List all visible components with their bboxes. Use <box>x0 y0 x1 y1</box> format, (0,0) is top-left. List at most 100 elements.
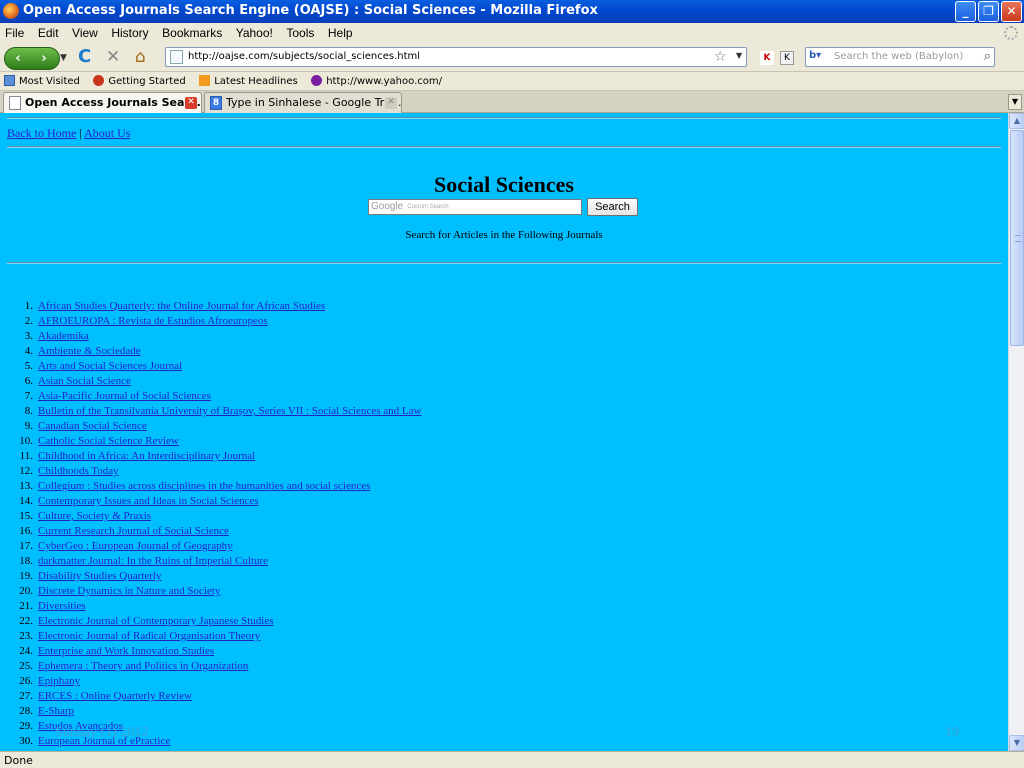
journal-link[interactable]: African Studies Quarterly: the Online Jo… <box>38 299 325 314</box>
window-title: Open Access Journals Search Engine (OAJS… <box>23 3 598 18</box>
bookmark-yahoo[interactable]: http://www.yahoo.com/ <box>311 72 442 87</box>
tab-oajse[interactable]: Open Access Journals Sear... ✕ <box>3 92 202 113</box>
vertical-scrollbar[interactable]: ▲ ▼ <box>1008 113 1024 751</box>
link-separator: | <box>79 126 82 140</box>
about-us-link[interactable]: About Us <box>84 126 130 140</box>
journal-link[interactable]: Culture, Society & Praxis <box>38 509 151 524</box>
journal-number: 23. <box>19 630 33 642</box>
rss-icon <box>199 75 211 86</box>
journal-link[interactable]: Disability Studies Quarterly <box>38 569 161 584</box>
menu-file[interactable]: File <box>0 23 29 40</box>
close-tab-icon[interactable]: ✕ <box>185 97 197 109</box>
journal-link[interactable]: Discrete Dynamics in Nature and Society <box>38 584 220 599</box>
scrollbar-thumb[interactable] <box>1010 130 1024 346</box>
menu-edit[interactable]: Edit <box>33 23 64 40</box>
forward-button[interactable]: › <box>31 48 57 69</box>
search-caption: Search for Articles in the Following Jou… <box>405 229 603 241</box>
minimize-button[interactable]: _ <box>955 1 976 22</box>
menu-bookmarks[interactable]: Bookmarks <box>157 23 227 40</box>
journal-link[interactable]: Asian Social Science <box>38 374 131 389</box>
journal-link[interactable]: Electronic Journal of Radical Organisati… <box>38 629 260 644</box>
journal-link[interactable]: ERCES : Online Quarterly Review <box>38 689 192 704</box>
journal-link[interactable]: Childhoods Today <box>38 464 119 479</box>
journal-link[interactable]: Electronic Journal of Contemporary Japan… <box>38 614 274 629</box>
menu-tools[interactable]: Tools <box>281 23 319 40</box>
journal-list-item: 13. Collegium : Studies across discipline… <box>0 479 1008 494</box>
journal-link[interactable]: E-Sharp <box>38 704 74 719</box>
menu-help[interactable]: Help <box>323 23 358 40</box>
journal-link[interactable]: Diversities <box>38 599 86 614</box>
maximize-button[interactable]: ❐ <box>978 1 999 22</box>
journal-list-item: 12. Childhoods Today <box>0 464 1008 479</box>
journal-link[interactable]: Contemporary Issues and Ideas in Social … <box>38 494 259 509</box>
journal-number: 25. <box>19 660 33 672</box>
journal-link[interactable]: Bulletin of the Transilvania University … <box>38 404 421 419</box>
journal-link[interactable]: Akademika <box>38 329 89 344</box>
title-bar: Open Access Journals Search Engine (OAJS… <box>0 0 1024 23</box>
journal-link[interactable]: Arts and Social Sciences Journal <box>38 359 182 374</box>
scroll-down-icon[interactable]: ▼ <box>1009 735 1024 751</box>
url-text[interactable]: http://oajse.com/subjects/social_science… <box>188 51 420 62</box>
close-window-button[interactable]: ✕ <box>1001 1 1022 22</box>
journal-number: 26. <box>19 675 33 687</box>
stop-button[interactable]: ✕ <box>106 47 126 69</box>
journal-link[interactable]: Canadian Social Science <box>38 419 147 434</box>
journal-list-item: 9. Canadian Social Science <box>0 419 1008 434</box>
search-placeholder[interactable]: Search the web (Babylon) <box>834 51 963 62</box>
search-go-icon[interactable]: ⌕ <box>984 49 991 64</box>
journal-link[interactable]: Collegium : Studies across disciplines i… <box>38 479 370 494</box>
tab-list-icon[interactable]: ▼ <box>1008 94 1022 110</box>
bookmark-star-icon[interactable]: ☆ <box>714 49 727 65</box>
back-to-home-link[interactable]: Back to Home <box>7 126 76 140</box>
custom-search-input[interactable]: Google Custom Search <box>368 199 582 215</box>
bookmark-latest-headlines[interactable]: Latest Headlines <box>199 72 298 87</box>
history-dropdown-icon[interactable]: ▼ <box>60 47 70 69</box>
search-engine-icon[interactable]: b▾ <box>809 50 831 65</box>
journal-link[interactable]: Ephemera : Theory and Politics in Organi… <box>38 659 248 674</box>
journal-list-item: 24. Enterprise and Work Innovation Studie… <box>0 644 1008 659</box>
journal-link[interactable]: Asia-Pacific Journal of Social Sciences <box>38 389 211 404</box>
journal-list-item: 5. Arts and Social Sciences Journal <box>0 359 1008 374</box>
journal-link[interactable]: AFROEUROPA : Revista de Estudios Afroeur… <box>38 314 268 329</box>
bookmark-most-visited[interactable]: Most Visited <box>4 72 80 87</box>
watermark-page-number: 19 <box>945 725 959 740</box>
bookmark-getting-started[interactable]: Getting Started <box>93 72 186 87</box>
web-search-box[interactable]: b▾ Search the web (Babylon) ⌕ <box>805 47 995 67</box>
url-dropdown-icon[interactable]: ▼ <box>736 51 742 60</box>
journal-link[interactable]: darkmatter Journal: In the Ruins of Impe… <box>38 554 268 569</box>
journal-list-item: 6. Asian Social Science <box>0 374 1008 389</box>
menu-history[interactable]: History <box>106 23 153 40</box>
url-bar[interactable]: http://oajse.com/subjects/social_science… <box>165 47 747 67</box>
addon-k-icon[interactable]: K <box>760 51 774 65</box>
journal-link[interactable]: Ambiente & Sociedade <box>38 344 141 359</box>
menu-yahoo[interactable]: Yahoo! <box>231 23 278 40</box>
journal-link[interactable]: Current Research Journal of Social Scien… <box>38 524 229 539</box>
tab-google-translate[interactable]: 8 Type in Sinhalese - Google Tra... ✕ <box>204 92 402 113</box>
bookmarks-toolbar: Most Visited Getting Started Latest Head… <box>0 72 1024 91</box>
search-button[interactable]: Search <box>587 198 638 216</box>
journal-number: 24. <box>19 645 33 657</box>
close-tab-icon[interactable]: ✕ <box>385 97 397 109</box>
journal-list-item: 23. Electronic Journal of Radical Organis… <box>0 629 1008 644</box>
journal-number: 17. <box>19 540 33 552</box>
journal-link[interactable]: Enterprise and Work Innovation Studies <box>38 644 214 659</box>
journal-list-item: 25. Ephemera : Theory and Politics in Org… <box>0 659 1008 674</box>
page-content: Back to Home | About Us Social Sciences … <box>0 113 1008 751</box>
tab-bar: Open Access Journals Sear... ✕ 8 Type in… <box>0 91 1024 113</box>
watermark-date: Sunday (1) 2012 <box>55 725 149 740</box>
journal-list-item: 18. darkmatter Journal: In the Ruins of I… <box>0 554 1008 569</box>
back-button[interactable]: ‹ <box>5 48 31 69</box>
journal-link[interactable]: Epiphany <box>38 674 80 689</box>
reload-button[interactable]: C <box>78 47 98 69</box>
journal-link[interactable]: Catholic Social Science Review <box>38 434 179 449</box>
addon-box-icon[interactable]: K <box>780 51 794 65</box>
journal-link[interactable]: CyberGeo : European Journal of Geography <box>38 539 233 554</box>
journal-link[interactable]: Childhood in Africa: An Interdisciplinar… <box>38 449 255 464</box>
journal-list-item: 22. Electronic Journal of Contemporary Ja… <box>0 614 1008 629</box>
journal-list-item: 8. Bulletin of the Transilvania Universit… <box>0 404 1008 419</box>
scroll-up-icon[interactable]: ▲ <box>1009 113 1024 129</box>
browser-window: Open Access Journals Search Engine (OAJS… <box>0 0 1024 768</box>
home-button[interactable]: ⌂ <box>135 47 155 69</box>
menu-view[interactable]: View <box>67 23 103 40</box>
journal-list-item: 11. Childhood in Africa: An Interdiscipli… <box>0 449 1008 464</box>
